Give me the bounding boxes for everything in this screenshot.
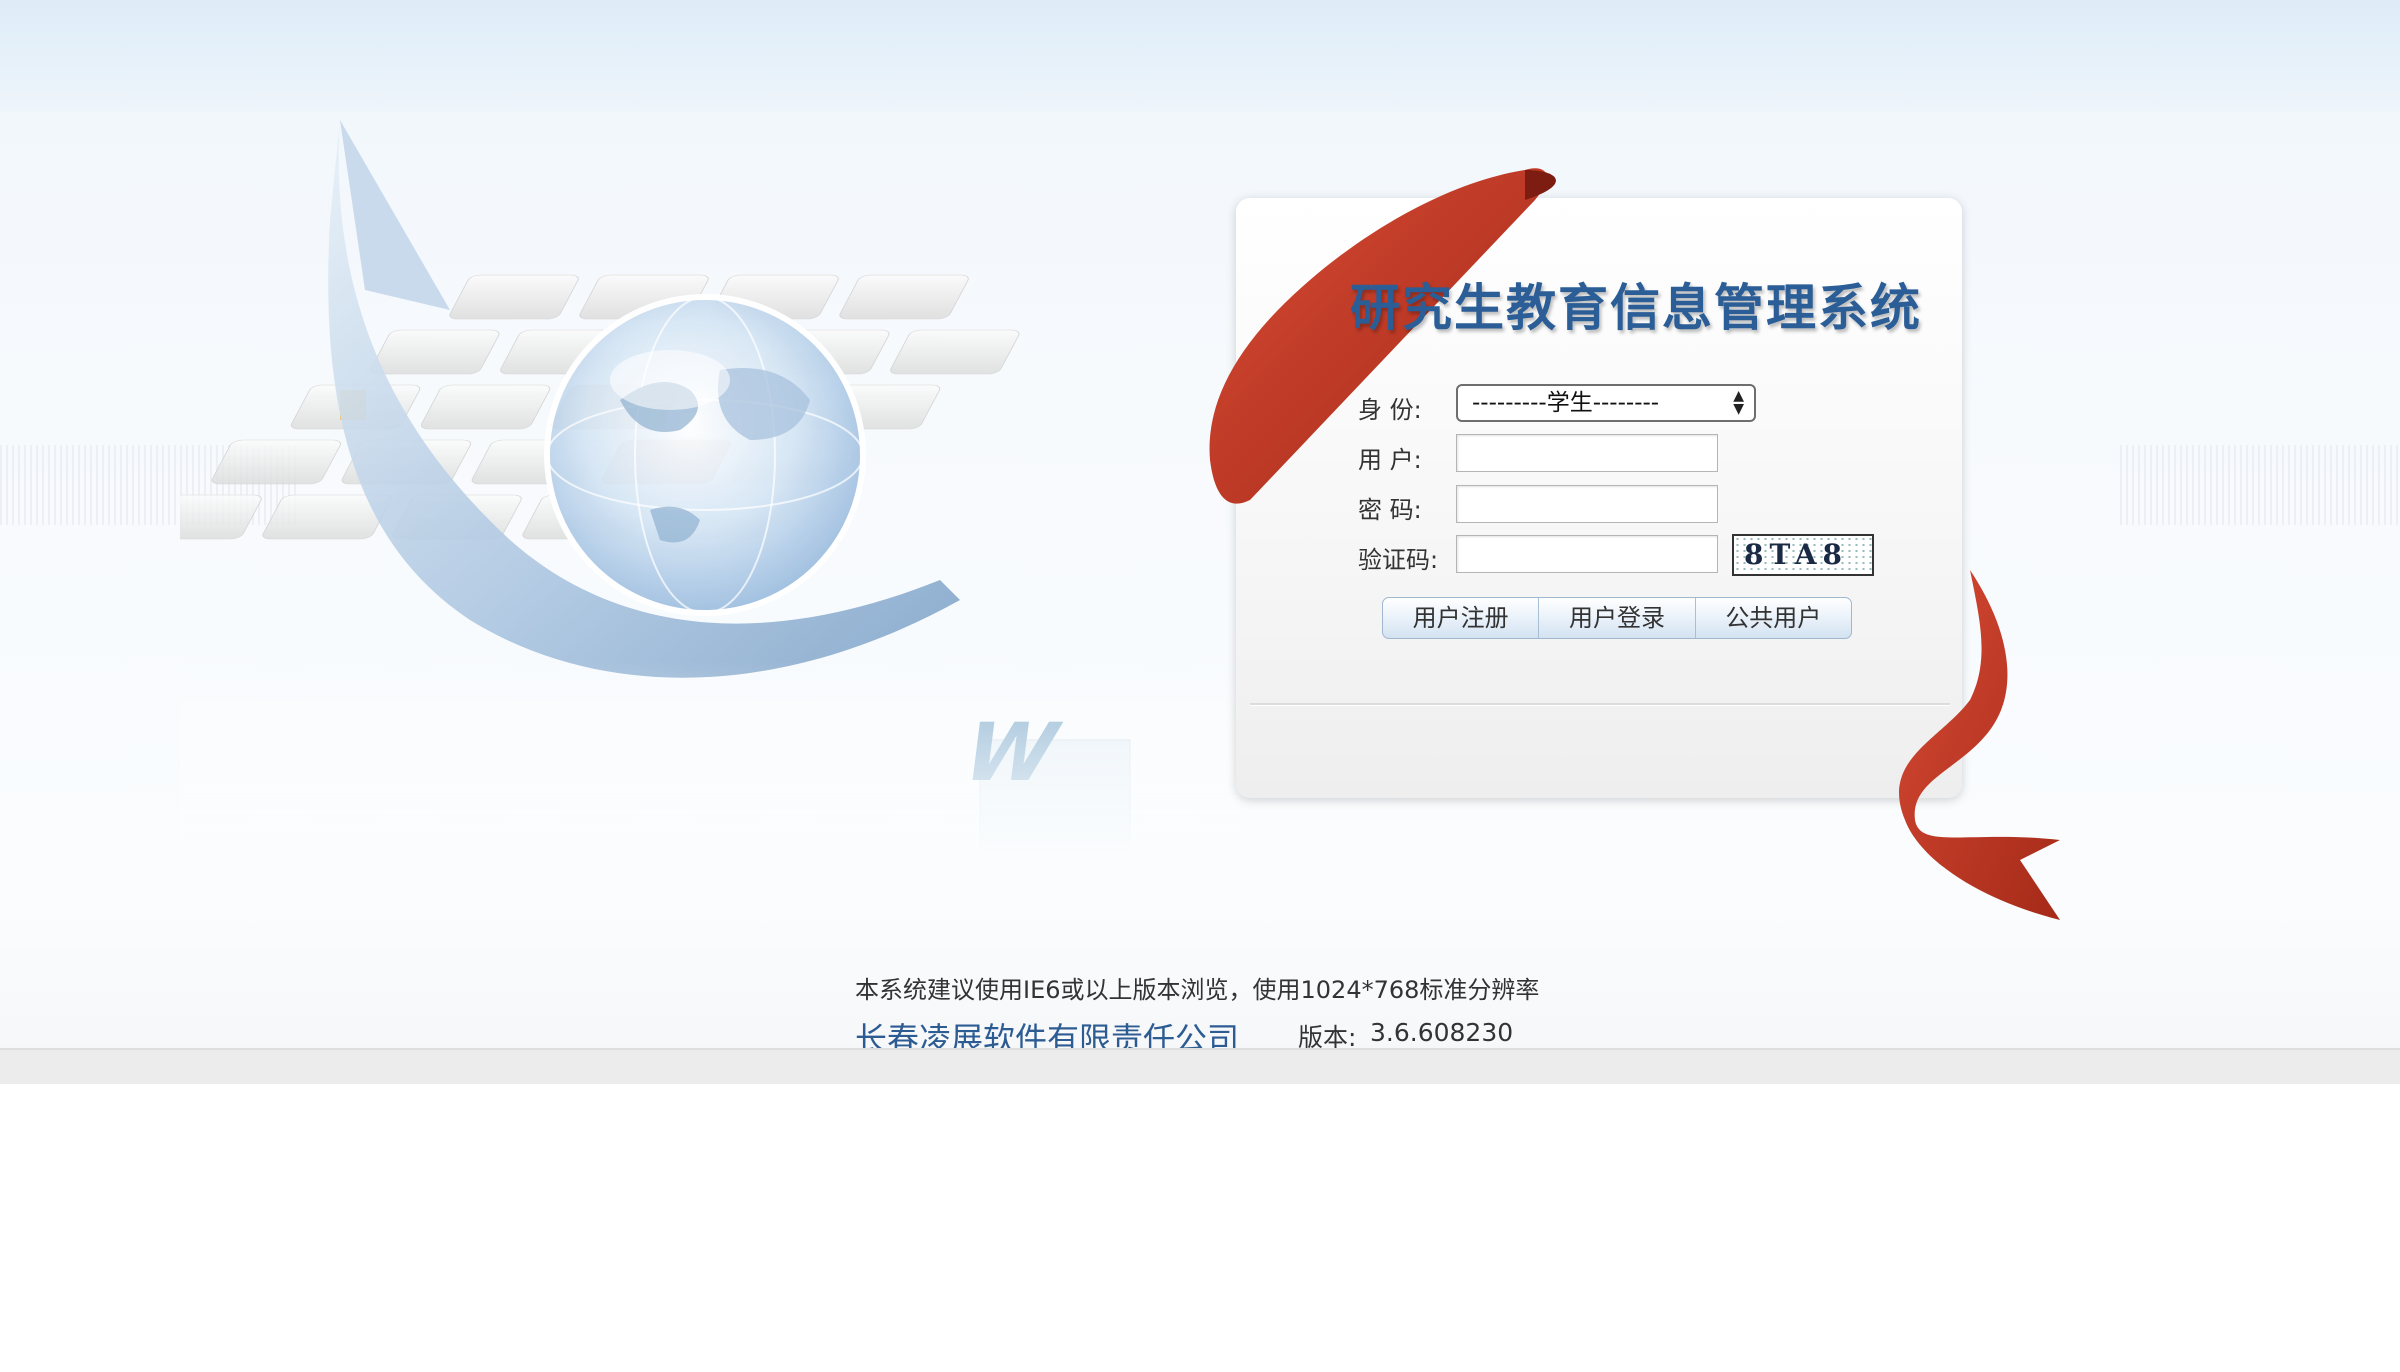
captcha-label: 验证码: xyxy=(1358,546,1439,574)
updown-arrows-icon: ▲ ▼ xyxy=(1733,388,1744,417)
keyboard-globe-illustration: W xyxy=(180,120,1240,860)
public-user-button[interactable]: 公共用户 xyxy=(1696,598,1851,638)
version-value: 3.6.608230 xyxy=(1370,1018,1514,1047)
identity-select[interactable]: ---------学生-------- ▲ ▼ xyxy=(1456,384,1756,422)
password-input[interactable] xyxy=(1456,485,1718,523)
login-button[interactable]: 用户登录 xyxy=(1539,598,1696,638)
right-decor-strip xyxy=(2120,445,2400,525)
page-title: 研究生教育信息管理系统 xyxy=(1350,278,1922,337)
identity-select-value: ---------学生-------- xyxy=(1472,390,1660,416)
login-page-background: W 研究生教育信息管理系统 xyxy=(0,0,2400,1084)
username-input[interactable] xyxy=(1456,434,1718,472)
captcha-input[interactable] xyxy=(1456,535,1718,573)
globe-icon xyxy=(544,294,866,616)
username-label: 用 户: xyxy=(1358,446,1422,474)
captcha-image[interactable]: 8TA8 xyxy=(1732,534,1874,576)
panel-divider xyxy=(1250,703,1950,706)
identity-label: 身 份: xyxy=(1358,396,1422,424)
browser-recommendation-note: 本系统建议使用IE6或以上版本浏览，使用1024*768标准分辨率 xyxy=(855,976,1540,1004)
footer-bar xyxy=(0,1048,2400,1084)
action-button-group: 用户注册 用户登录 公共用户 xyxy=(1382,597,1852,639)
register-button[interactable]: 用户注册 xyxy=(1383,598,1540,638)
header-band xyxy=(0,0,2400,112)
password-label: 密 码: xyxy=(1358,496,1422,524)
captcha-text: 8TA8 xyxy=(1744,538,1848,571)
